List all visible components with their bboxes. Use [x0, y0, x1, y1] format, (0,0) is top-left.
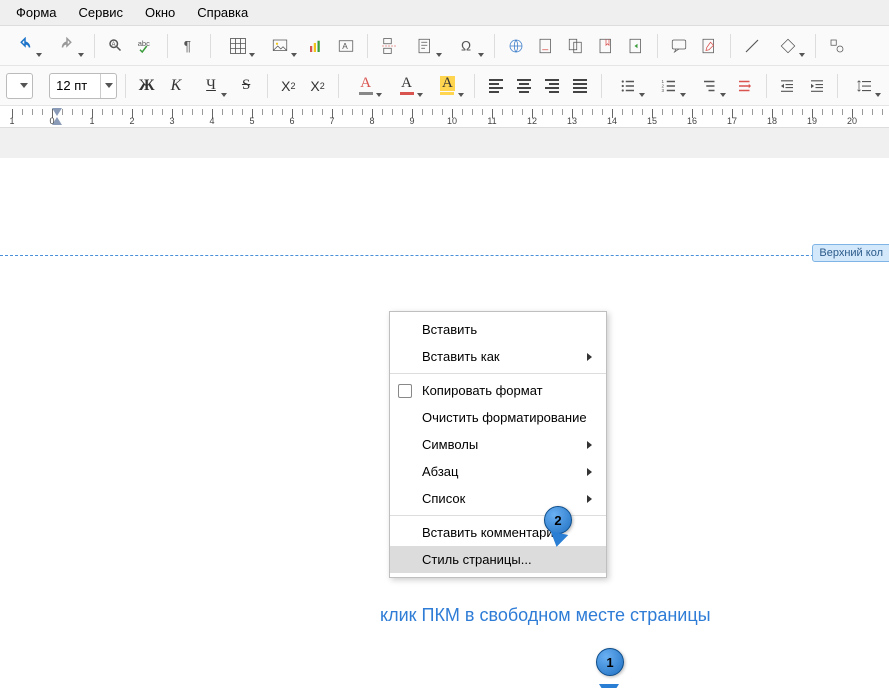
footnote-button[interactable]: [533, 33, 559, 59]
bookmark-button[interactable]: [593, 33, 619, 59]
special-char-button[interactable]: Ω: [448, 33, 486, 59]
strike-button[interactable]: S: [233, 73, 258, 99]
align-right-button[interactable]: [539, 73, 565, 99]
cross-ref-button[interactable]: [623, 33, 649, 59]
textbox-button[interactable]: A: [333, 33, 359, 59]
callout-2: 2: [544, 506, 572, 534]
svg-text:Ω: Ω: [461, 38, 471, 53]
bullet-list-button[interactable]: [610, 73, 647, 99]
subscript-button[interactable]: X2: [305, 73, 330, 99]
number-list-button[interactable]: 123: [651, 73, 688, 99]
pilcrow-button[interactable]: ¶: [176, 33, 202, 59]
header-boundary: [0, 255, 889, 256]
svg-text:3: 3: [662, 88, 665, 93]
spellcheck-button[interactable]: abc: [133, 33, 159, 59]
shape-button[interactable]: [769, 33, 807, 59]
ctx-clear-format[interactable]: Очистить форматирование: [390, 404, 606, 431]
submenu-arrow-icon: [587, 495, 592, 503]
formatting-toolbar: Ж К Ч S X2 X2 A A A 123: [0, 66, 889, 106]
page-break-button[interactable]: [376, 33, 402, 59]
decrease-indent-button[interactable]: [804, 73, 829, 99]
header-tag[interactable]: Верхний кол: [812, 244, 889, 262]
endnote-button[interactable]: [563, 33, 589, 59]
submenu-arrow-icon: [587, 441, 592, 449]
callout-1-pointer: [599, 684, 619, 688]
font-size-field[interactable]: [49, 73, 117, 99]
first-line-indent-marker[interactable]: [52, 108, 62, 116]
font-size-input[interactable]: [50, 78, 100, 93]
ctx-page-style[interactable]: Стиль страницы...: [390, 546, 606, 573]
menu-bar: Форма Сервис Окно Справка: [0, 0, 889, 26]
ctx-separator: [390, 515, 606, 516]
ctx-paste[interactable]: Вставить: [390, 316, 606, 343]
svg-text:A: A: [342, 42, 348, 51]
bold-button[interactable]: Ж: [134, 73, 159, 99]
undo-button[interactable]: [6, 33, 44, 59]
ctx-paragraph[interactable]: Абзац: [390, 458, 606, 485]
standard-toolbar: A abc ¶ A Ω: [0, 26, 889, 66]
underline-button[interactable]: Ч: [193, 73, 230, 99]
font-color-button[interactable]: A: [388, 73, 425, 99]
highlight-button[interactable]: A: [429, 73, 466, 99]
align-left-button[interactable]: [483, 73, 509, 99]
callout-1: 1: [596, 648, 624, 676]
menu-help[interactable]: Справка: [187, 2, 258, 23]
table-button[interactable]: [219, 33, 257, 59]
find-replace-button[interactable]: A: [103, 33, 129, 59]
ctx-separator: [390, 373, 606, 374]
menu-service[interactable]: Сервис: [69, 2, 134, 23]
align-center-button[interactable]: [511, 73, 537, 99]
image-button[interactable]: [261, 33, 299, 59]
draw-button[interactable]: [824, 33, 850, 59]
svg-text:A: A: [112, 42, 116, 48]
document-area[interactable]: Верхний кол Вставить Вставить как Копиро…: [0, 128, 889, 688]
svg-text:abc: abc: [138, 39, 150, 48]
ctx-character[interactable]: Символы: [390, 431, 606, 458]
submenu-arrow-icon: [587, 353, 592, 361]
menu-window[interactable]: Окно: [135, 2, 185, 23]
submenu-arrow-icon: [587, 468, 592, 476]
redo-button[interactable]: [48, 33, 86, 59]
menu-form[interactable]: Форма: [6, 2, 67, 23]
horizontal-ruler[interactable]: 101234567891011121314151617181920: [0, 106, 889, 128]
align-justify-button[interactable]: [567, 73, 593, 99]
superscript-button[interactable]: X2: [276, 73, 301, 99]
line-spacing-button[interactable]: [846, 73, 883, 99]
italic-button[interactable]: К: [163, 73, 188, 99]
ctx-insert-comment[interactable]: Вставить комментарий: [390, 519, 606, 546]
hyperlink-button[interactable]: [503, 33, 529, 59]
chart-button[interactable]: [303, 33, 329, 59]
font-size-dropdown[interactable]: [100, 74, 116, 98]
context-menu: Вставить Вставить как Копировать формат …: [389, 311, 607, 578]
annotation-text: клик ПКМ в свободном месте страницы: [380, 605, 711, 626]
ctx-list[interactable]: Список: [390, 485, 606, 512]
dedent-list-button[interactable]: [732, 73, 757, 99]
checkbox-icon: [398, 384, 412, 398]
clear-format-button[interactable]: A: [347, 73, 384, 99]
comment-button[interactable]: [666, 33, 692, 59]
line-button[interactable]: [739, 33, 765, 59]
increase-indent-button[interactable]: [775, 73, 800, 99]
ctx-clone-format[interactable]: Копировать формат: [390, 377, 606, 404]
ctx-paste-as[interactable]: Вставить как: [390, 343, 606, 370]
field-button[interactable]: [406, 33, 444, 59]
outline-button[interactable]: [692, 73, 729, 99]
track-changes-button[interactable]: [696, 33, 722, 59]
paragraph-style-combo[interactable]: [6, 73, 33, 99]
svg-text:¶: ¶: [184, 38, 191, 53]
